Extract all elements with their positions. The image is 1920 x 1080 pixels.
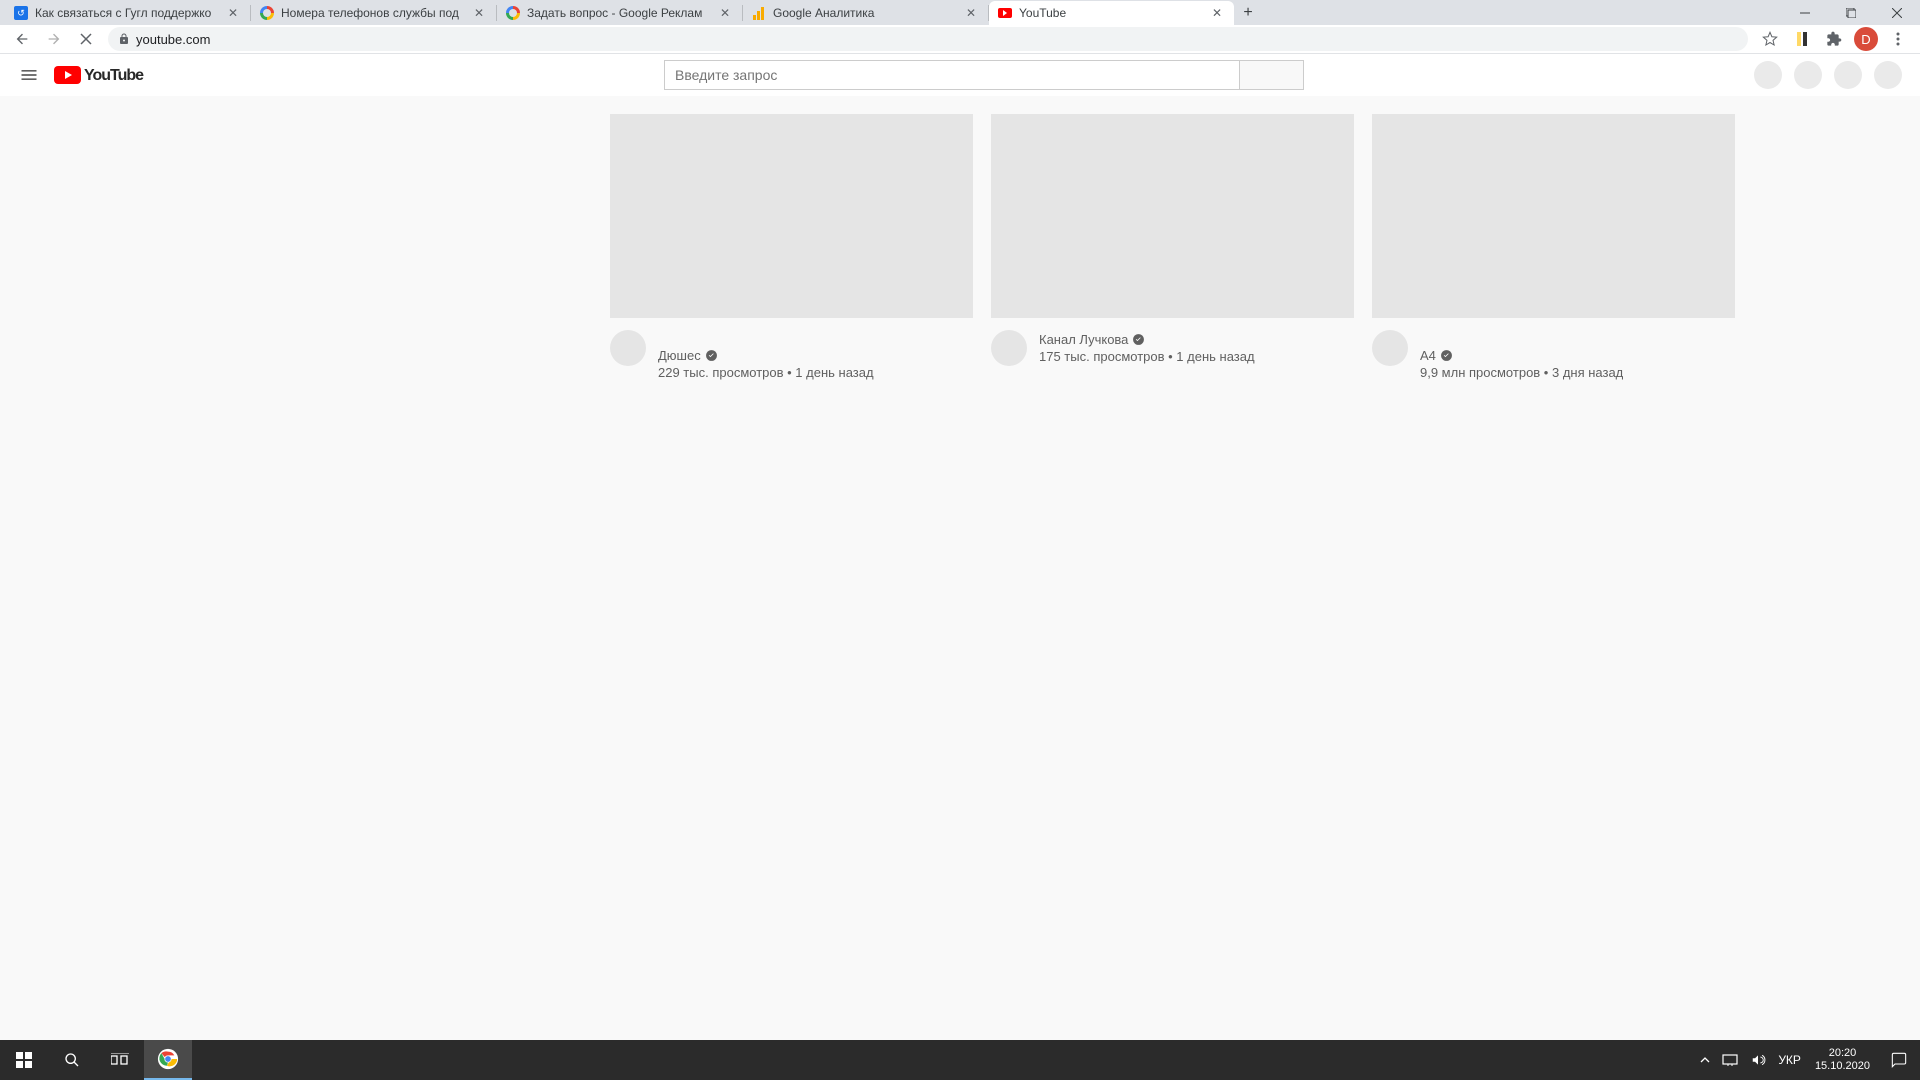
video-meta: Дюшес 229 тыс. просмотров • 1 день назад — [610, 330, 973, 380]
extensions-button[interactable] — [1820, 25, 1848, 53]
video-info: Канал Лучкова 175 тыс. просмотров • 1 де… — [1039, 330, 1255, 366]
youtube-header-left: YouTube — [14, 60, 144, 90]
close-icon[interactable]: ✕ — [472, 6, 486, 20]
video-meta: Канал Лучкова 175 тыс. просмотров • 1 де… — [991, 330, 1354, 366]
video-stats: 175 тыс. просмотров • 1 день назад — [1039, 349, 1255, 364]
video-stats: 9,9 млн просмотров • 3 дня назад — [1420, 365, 1623, 380]
taskbar-left — [0, 1040, 192, 1080]
video-thumbnail[interactable] — [991, 114, 1354, 318]
channel-avatar-skeleton[interactable] — [991, 330, 1027, 366]
profile-avatar: D — [1854, 27, 1878, 51]
tab-strip: ↺ Как связаться с Гугл поддержко ✕ Номер… — [0, 0, 1920, 25]
close-icon[interactable]: ✕ — [718, 6, 732, 20]
search-taskbar-button[interactable] — [48, 1040, 96, 1080]
task-view-button[interactable] — [96, 1040, 144, 1080]
video-card[interactable]: Канал Лучкова 175 тыс. просмотров • 1 де… — [991, 114, 1354, 380]
tab-0[interactable]: ↺ Как связаться с Гугл поддержко ✕ — [5, 1, 250, 25]
forward-button[interactable] — [40, 25, 68, 53]
channel-avatar-skeleton[interactable] — [1372, 330, 1408, 366]
youtube-header-right — [1754, 61, 1902, 89]
video-thumbnail[interactable] — [1372, 114, 1735, 318]
tray-clock[interactable]: 20:20 15.10.2020 — [1807, 1047, 1878, 1073]
channel-name: Дюшес — [658, 348, 701, 363]
youtube-search — [664, 60, 1304, 90]
profile-button[interactable]: D — [1852, 25, 1880, 53]
close-window-button[interactable] — [1874, 1, 1920, 25]
tab-favicon-icon — [259, 5, 275, 21]
youtube-header-center — [144, 60, 1754, 90]
tray-volume-icon[interactable] — [1744, 1040, 1772, 1080]
close-icon[interactable]: ✕ — [226, 6, 240, 20]
extension-icon[interactable] — [1788, 25, 1816, 53]
tab-title: Google Аналитика — [773, 6, 960, 20]
video-meta: А4 9,9 млн просмотров • 3 дня назад — [1372, 330, 1735, 380]
channel-row[interactable]: А4 — [1420, 348, 1623, 363]
video-thumbnail[interactable] — [610, 114, 973, 318]
browser-chrome: ↺ Как связаться с Гугл поддержко ✕ Номер… — [0, 0, 1920, 54]
tray-date: 15.10.2020 — [1815, 1060, 1870, 1073]
svg-text:YouTube: YouTube — [84, 67, 144, 84]
address-bar: youtube.com D — [0, 25, 1920, 54]
tab-title: Номера телефонов службы под — [281, 6, 468, 20]
tab-3[interactable]: Google Аналитика ✕ — [743, 1, 988, 25]
taskbar-right: УКР 20:20 15.10.2020 — [1694, 1040, 1920, 1080]
back-button[interactable] — [8, 25, 36, 53]
tab-2[interactable]: Задать вопрос - Google Реклам ✕ — [497, 1, 742, 25]
channel-name: Канал Лучкова — [1039, 332, 1128, 347]
chrome-taskbar-button[interactable] — [144, 1040, 192, 1080]
taskbar: УКР 20:20 15.10.2020 — [0, 1040, 1920, 1080]
video-info: Дюшес 229 тыс. просмотров • 1 день назад — [658, 330, 874, 380]
tray-chevron-icon[interactable] — [1694, 1040, 1716, 1080]
lock-icon — [118, 32, 130, 46]
tab-4[interactable]: YouTube ✕ — [989, 1, 1234, 25]
header-placeholder-icon[interactable] — [1834, 61, 1862, 89]
video-row: Дюшес 229 тыс. просмотров • 1 день назад… — [610, 114, 1890, 380]
tray-time: 20:20 — [1815, 1047, 1870, 1060]
video-card[interactable]: А4 9,9 млн просмотров • 3 дня назад — [1372, 114, 1735, 380]
channel-name: А4 — [1420, 348, 1436, 363]
close-icon[interactable]: ✕ — [1210, 6, 1224, 20]
hamburger-button[interactable] — [14, 60, 44, 90]
youtube-content-wrapper: Дюшес 229 тыс. просмотров • 1 день назад… — [0, 96, 1920, 1040]
channel-avatar-skeleton[interactable] — [610, 330, 646, 366]
tray-network-icon[interactable] — [1716, 1040, 1744, 1080]
youtube-content: Дюшес 229 тыс. просмотров • 1 день назад… — [240, 96, 1920, 1040]
video-stats: 229 тыс. просмотров • 1 день назад — [658, 365, 874, 380]
header-placeholder-icon[interactable] — [1794, 61, 1822, 89]
tray-notifications-button[interactable] — [1878, 1040, 1920, 1080]
youtube-logo[interactable]: YouTube — [54, 65, 144, 85]
tab-favicon-icon — [751, 5, 767, 21]
close-icon[interactable]: ✕ — [964, 6, 978, 20]
url-text: youtube.com — [136, 32, 210, 47]
tab-favicon-icon: ↺ — [13, 5, 29, 21]
tab-favicon-icon — [505, 5, 521, 21]
channel-row[interactable]: Канал Лучкова — [1039, 332, 1255, 347]
header-placeholder-icon[interactable] — [1874, 61, 1902, 89]
verified-icon — [1132, 333, 1145, 346]
search-input[interactable] — [664, 60, 1240, 90]
minimize-button[interactable] — [1782, 1, 1828, 25]
tab-1[interactable]: Номера телефонов службы под ✕ — [251, 1, 496, 25]
address-field[interactable]: youtube.com — [108, 27, 1748, 51]
window-controls — [1782, 1, 1920, 25]
search-button[interactable] — [1240, 60, 1304, 90]
header-placeholder-icon[interactable] — [1754, 61, 1782, 89]
video-info: А4 9,9 млн просмотров • 3 дня назад — [1420, 330, 1623, 380]
start-button[interactable] — [0, 1040, 48, 1080]
tab-favicon-icon — [997, 5, 1013, 21]
verified-icon — [705, 349, 718, 362]
verified-icon — [1440, 349, 1453, 362]
tab-title: Задать вопрос - Google Реклам — [527, 6, 714, 20]
new-tab-button[interactable]: + — [1234, 1, 1262, 25]
video-card[interactable]: Дюшес 229 тыс. просмотров • 1 день назад — [610, 114, 973, 380]
chrome-menu-button[interactable] — [1884, 25, 1912, 53]
tab-title: YouTube — [1019, 6, 1206, 20]
bookmark-button[interactable] — [1756, 25, 1784, 53]
tab-title: Как связаться с Гугл поддержко — [35, 6, 222, 20]
stop-reload-button[interactable] — [72, 25, 100, 53]
channel-row[interactable]: Дюшес — [658, 348, 874, 363]
maximize-button[interactable] — [1828, 1, 1874, 25]
youtube-header: YouTube — [0, 54, 1920, 96]
tray-language[interactable]: УКР — [1772, 1053, 1807, 1067]
